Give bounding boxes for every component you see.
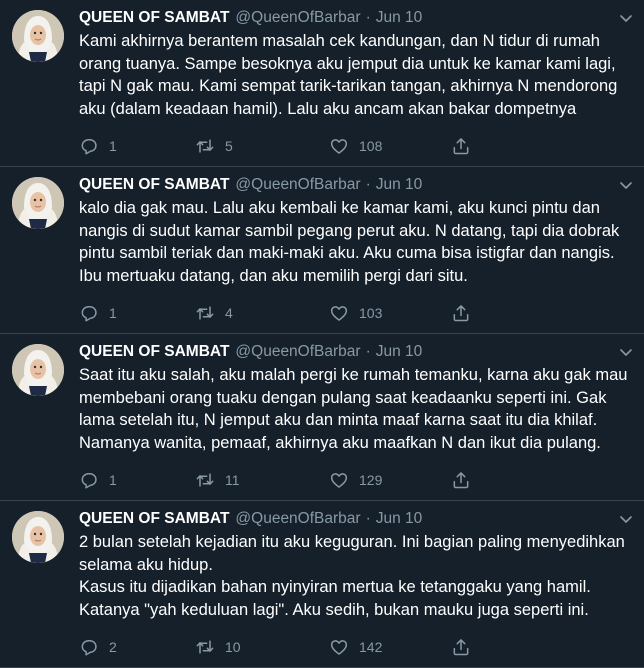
tweet[interactable]: QUEEN OF SAMBAT @QueenOfBarbar · Jun 10 … — [0, 167, 644, 334]
share-icon — [453, 305, 469, 322]
retweet-button[interactable]: 5 — [195, 136, 329, 156]
tweet-header: QUEEN OF SAMBAT @QueenOfBarbar · Jun 10 — [79, 509, 632, 529]
display-name[interactable]: QUEEN OF SAMBAT — [79, 175, 229, 195]
share-button[interactable] — [451, 303, 471, 323]
like-button[interactable]: 103 — [329, 303, 451, 323]
retweet-icon — [196, 306, 214, 320]
tweet-actions: 1 11 129 — [79, 468, 632, 492]
reply-button[interactable]: 1 — [79, 470, 195, 490]
tweet-date[interactable]: Jun 10 — [376, 342, 423, 362]
reply-icon — [81, 640, 97, 656]
tweet-text: Saat itu aku salah, aku malah pergi ke r… — [79, 366, 628, 452]
share-icon — [453, 639, 469, 656]
share-button[interactable] — [451, 136, 471, 156]
heart-icon — [330, 306, 348, 321]
like-count: 108 — [359, 138, 383, 154]
share-icon — [453, 138, 469, 155]
retweet-count: 11 — [225, 472, 240, 488]
like-count: 129 — [359, 472, 383, 488]
retweet-icon — [196, 139, 214, 153]
avatar[interactable] — [12, 511, 64, 563]
chevron-down-icon[interactable] — [618, 344, 634, 360]
tweet-header: QUEEN OF SAMBAT @QueenOfBarbar · Jun 10 — [79, 8, 632, 28]
separator-dot: · — [365, 510, 371, 527]
heart-icon — [330, 640, 348, 655]
reply-button[interactable]: 1 — [79, 303, 195, 323]
retweet-icon — [196, 473, 214, 487]
tweet-thread: QUEEN OF SAMBAT @QueenOfBarbar · Jun 10 … — [0, 0, 644, 668]
reply-icon — [81, 139, 97, 155]
retweet-count: 5 — [225, 138, 233, 154]
user-handle[interactable]: @QueenOfBarbar — [235, 342, 360, 362]
tweet[interactable]: QUEEN OF SAMBAT @QueenOfBarbar · Jun 10 … — [0, 501, 644, 668]
tweet-text: 2 bulan setelah kejadian itu aku kegugur… — [79, 533, 625, 619]
like-button[interactable]: 142 — [329, 637, 451, 657]
like-button[interactable]: 129 — [329, 470, 451, 490]
tweet-header: QUEEN OF SAMBAT @QueenOfBarbar · Jun 10 — [79, 342, 632, 362]
avatar[interactable] — [12, 10, 64, 62]
avatar[interactable] — [12, 177, 64, 229]
reply-icon — [81, 473, 97, 489]
tweet-text: kalo dia gak mau. Lalu aku kembali ke ka… — [79, 199, 620, 285]
tweet-actions: 1 4 103 — [79, 301, 632, 325]
share-button[interactable] — [451, 470, 471, 490]
reply-count: 1 — [109, 138, 117, 154]
share-button[interactable] — [451, 637, 471, 657]
user-handle[interactable]: @QueenOfBarbar — [235, 8, 360, 28]
retweet-icon — [196, 640, 214, 654]
tweet-text: Kami akhirnya berantem masalah cek kandu… — [79, 32, 618, 118]
reply-icon — [81, 306, 97, 322]
reply-count: 1 — [109, 472, 117, 488]
tweet-date[interactable]: Jun 10 — [376, 175, 423, 195]
chevron-down-icon[interactable] — [618, 177, 634, 193]
avatar[interactable] — [12, 344, 64, 396]
separator-dot: · — [365, 9, 371, 26]
reply-button[interactable]: 1 — [79, 136, 195, 156]
heart-icon — [330, 139, 348, 154]
heart-icon — [330, 473, 348, 488]
retweet-button[interactable]: 4 — [195, 303, 329, 323]
tweet-date[interactable]: Jun 10 — [376, 8, 423, 28]
user-handle[interactable]: @QueenOfBarbar — [235, 509, 360, 529]
chevron-down-icon[interactable] — [618, 511, 634, 527]
retweet-count: 10 — [225, 639, 241, 655]
reply-button[interactable]: 2 — [79, 637, 195, 657]
separator-dot: · — [365, 343, 371, 360]
tweet[interactable]: QUEEN OF SAMBAT @QueenOfBarbar · Jun 10 … — [0, 334, 644, 501]
display-name[interactable]: QUEEN OF SAMBAT — [79, 509, 229, 529]
display-name[interactable]: QUEEN OF SAMBAT — [79, 342, 229, 362]
user-handle[interactable]: @QueenOfBarbar — [235, 175, 360, 195]
retweet-button[interactable]: 11 — [195, 470, 329, 490]
chevron-down-icon[interactable] — [618, 10, 634, 26]
separator-dot: · — [365, 176, 371, 193]
tweet-header: QUEEN OF SAMBAT @QueenOfBarbar · Jun 10 — [79, 175, 632, 195]
display-name[interactable]: QUEEN OF SAMBAT — [79, 8, 229, 28]
share-icon — [453, 472, 469, 489]
reply-count: 2 — [109, 639, 117, 655]
like-count: 103 — [359, 305, 383, 321]
reply-count: 1 — [109, 305, 117, 321]
tweet-actions: 2 10 142 — [79, 635, 632, 659]
tweet[interactable]: QUEEN OF SAMBAT @QueenOfBarbar · Jun 10 … — [0, 0, 644, 167]
retweet-button[interactable]: 10 — [195, 637, 329, 657]
like-button[interactable]: 108 — [329, 136, 451, 156]
tweet-actions: 1 5 108 — [79, 134, 632, 158]
like-count: 142 — [359, 639, 383, 655]
retweet-count: 4 — [225, 305, 233, 321]
tweet-date[interactable]: Jun 10 — [376, 509, 423, 529]
